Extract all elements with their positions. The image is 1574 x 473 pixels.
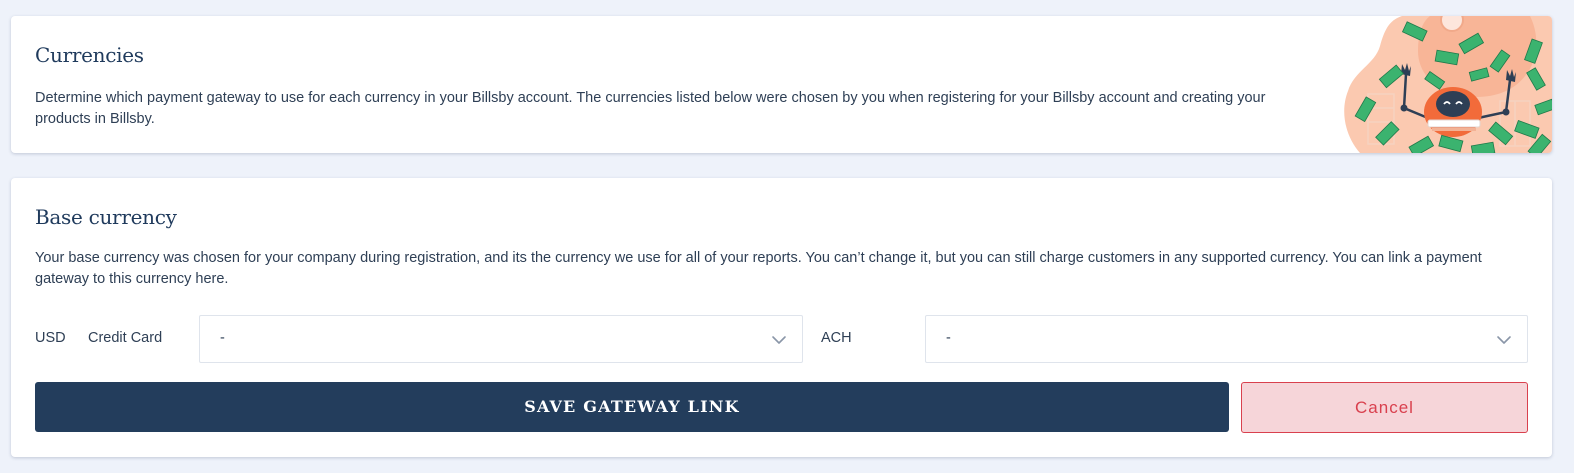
base-currency-title: Base currency <box>35 205 177 229</box>
chevron-down-icon <box>772 336 786 344</box>
ach-label: ACH <box>821 330 852 346</box>
chevron-down-icon <box>1497 336 1511 344</box>
base-currency-card: Base currency Your base currency was cho… <box>11 178 1552 457</box>
base-currency-description: Your base currency was chosen for your c… <box>35 250 1482 287</box>
save-gateway-link-button[interactable]: SAVE GATEWAY LINK <box>35 382 1229 432</box>
currencies-card: Currencies Determine which payment gatew… <box>11 16 1552 153</box>
currencies-title: Currencies <box>35 43 144 67</box>
money-robot-illustration <box>1344 16 1552 153</box>
ach-gateway-value: - <box>946 330 951 346</box>
credit-card-label: Credit Card <box>88 330 163 346</box>
currencies-description: Determine which payment gateway to use f… <box>35 90 1266 127</box>
currency-code-label: USD <box>35 330 66 346</box>
cancel-button[interactable]: Cancel <box>1241 382 1528 433</box>
ach-gateway-select[interactable]: - <box>925 315 1528 363</box>
credit-card-gateway-value: - <box>220 330 225 346</box>
credit-card-gateway-select[interactable]: - <box>199 315 803 363</box>
